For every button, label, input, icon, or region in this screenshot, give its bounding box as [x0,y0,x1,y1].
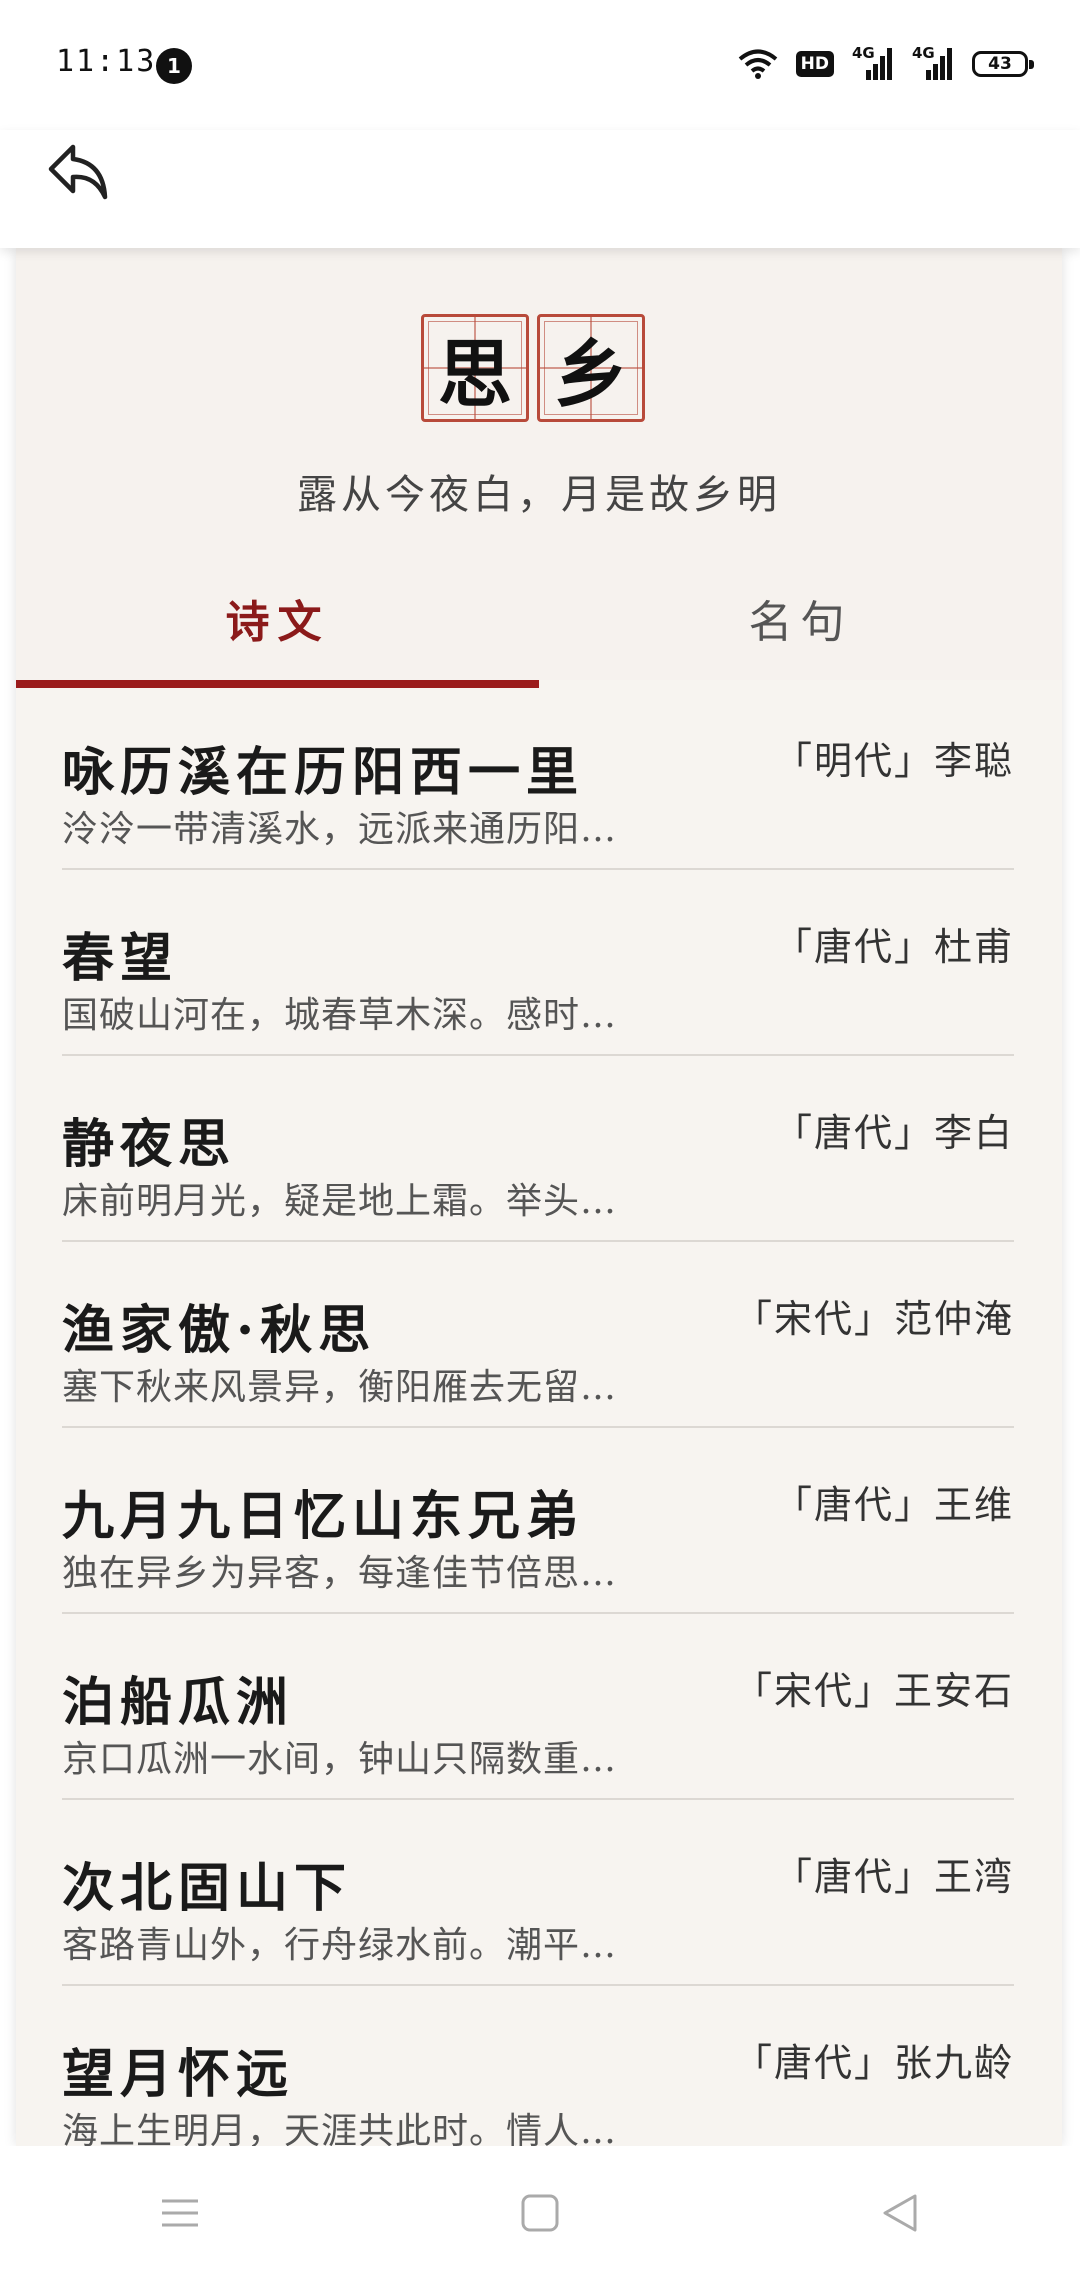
tab-label: 名句 [748,597,853,648]
tab-famous-lines[interactable]: 名句 [539,566,1062,680]
seal-char: 思 [421,314,529,422]
poem-excerpt: 泠泠一带清溪水，远派来通历阳… [62,809,618,850]
system-nav-bar [0,2146,1080,2280]
poem-excerpt: 客路青山外，行舟绿水前。潮平… [62,1925,618,1966]
back-arrow-icon [48,144,108,200]
tab-label: 诗文 [225,597,330,648]
poem-author: 「唐代」杜甫 [773,925,1014,969]
poem-item[interactable]: 春望 「唐代」杜甫 国破山河在，城春草木深。感时… [62,870,1014,1056]
poem-title: 九月九日忆山东兄弟 [62,1486,585,1547]
poem-excerpt: 独在异乡为异客，每逢佳节倍思… [62,1553,618,1594]
nav-back-button[interactable] [855,2168,945,2258]
notification-badge: 1 [156,48,192,84]
battery-icon: 43 [972,51,1034,77]
poem-title: 咏历溪在历阳西一里 [62,742,585,803]
poem-item[interactable]: 望月怀远 「唐代」张九龄 海上生明月，天涯共此时。情人… [62,1986,1014,2146]
poem-author: 「唐代」李白 [773,1111,1014,1155]
back-button[interactable] [36,130,120,214]
status-bar: 11:13 1 HD 4G 4G 43 [0,0,1080,130]
poem-author: 「宋代」范仲淹 [733,1297,1014,1341]
poem-item[interactable]: 次北固山下 「唐代」王湾 客路青山外，行舟绿水前。潮平… [62,1800,1014,1986]
hd-voice-icon: HD [795,51,834,77]
nav-back-icon [883,2194,917,2232]
home-button[interactable] [495,2168,585,2258]
poem-author: 「唐代」王湾 [773,1855,1014,1899]
poem-excerpt: 海上生明月，天涯共此时。情人… [62,2111,618,2146]
tab-poems[interactable]: 诗文 [16,566,539,688]
poem-list: 咏历溪在历阳西一里 「明代」李聪 泠泠一带清溪水，远派来通历阳… 春望 「唐代」… [62,684,1014,2146]
poem-item[interactable]: 咏历溪在历阳西一里 「明代」李聪 泠泠一带清溪水，远派来通历阳… [62,684,1014,870]
tab-bar: 诗文 名句 [16,566,1062,688]
topic-subtitle: 露从今夜白，月是故乡明 [297,472,781,518]
wifi-icon [738,49,777,79]
content-panel: 思 乡 露从今夜白，月是故乡明 诗文 名句 咏历溪在历阳西一里 「明代」李聪 泠… [16,248,1062,2146]
status-icons: HD 4G 4G 43 [738,44,1034,84]
poem-title: 泊船瓜洲 [62,1672,295,1733]
topic-header: 思 乡 露从今夜白，月是故乡明 诗文 名句 [16,248,1062,688]
poem-item[interactable]: 渔家傲·秋思 「宋代」范仲淹 塞下秋来风景异，衡阳雁去无留… [62,1242,1014,1428]
signal-icon-1: 4G [852,44,894,82]
recent-apps-button[interactable] [135,2168,225,2258]
menu-icon [162,2199,198,2227]
poem-author: 「唐代」张九龄 [733,2041,1014,2085]
poem-title: 渔家傲·秋思 [62,1300,377,1361]
home-icon [521,2194,559,2232]
poem-excerpt: 床前明月光，疑是地上霜。举头… [62,1181,618,1222]
poem-excerpt: 国破山河在，城春草木深。感时… [62,995,618,1036]
seal-char: 乡 [537,314,645,422]
poem-title: 望月怀远 [62,2044,295,2105]
poem-item[interactable]: 静夜思 「唐代」李白 床前明月光，疑是地上霜。举头… [62,1056,1014,1242]
poem-item[interactable]: 九月九日忆山东兄弟 「唐代」王维 独在异乡为异客，每逢佳节倍思… [62,1428,1014,1614]
poem-item[interactable]: 泊船瓜洲 「宋代」王安石 京口瓜洲一水间，钟山只隔数重… [62,1614,1014,1800]
poem-excerpt: 京口瓜洲一水间，钟山只隔数重… [62,1739,618,1780]
poem-excerpt: 塞下秋来风景异，衡阳雁去无留… [62,1367,618,1408]
poem-title: 春望 [62,928,179,989]
poem-title: 静夜思 [62,1114,237,1175]
app-bar [0,130,1080,248]
poem-author: 「明代」李聪 [773,739,1014,783]
poem-author: 「宋代」王安石 [733,1669,1014,1713]
topic-seal: 思 乡 [421,314,645,422]
poem-author: 「唐代」王维 [773,1483,1014,1527]
signal-icon-2: 4G [912,44,954,82]
status-time: 11:13 [56,44,157,79]
poem-title: 次北固山下 [62,1858,353,1919]
